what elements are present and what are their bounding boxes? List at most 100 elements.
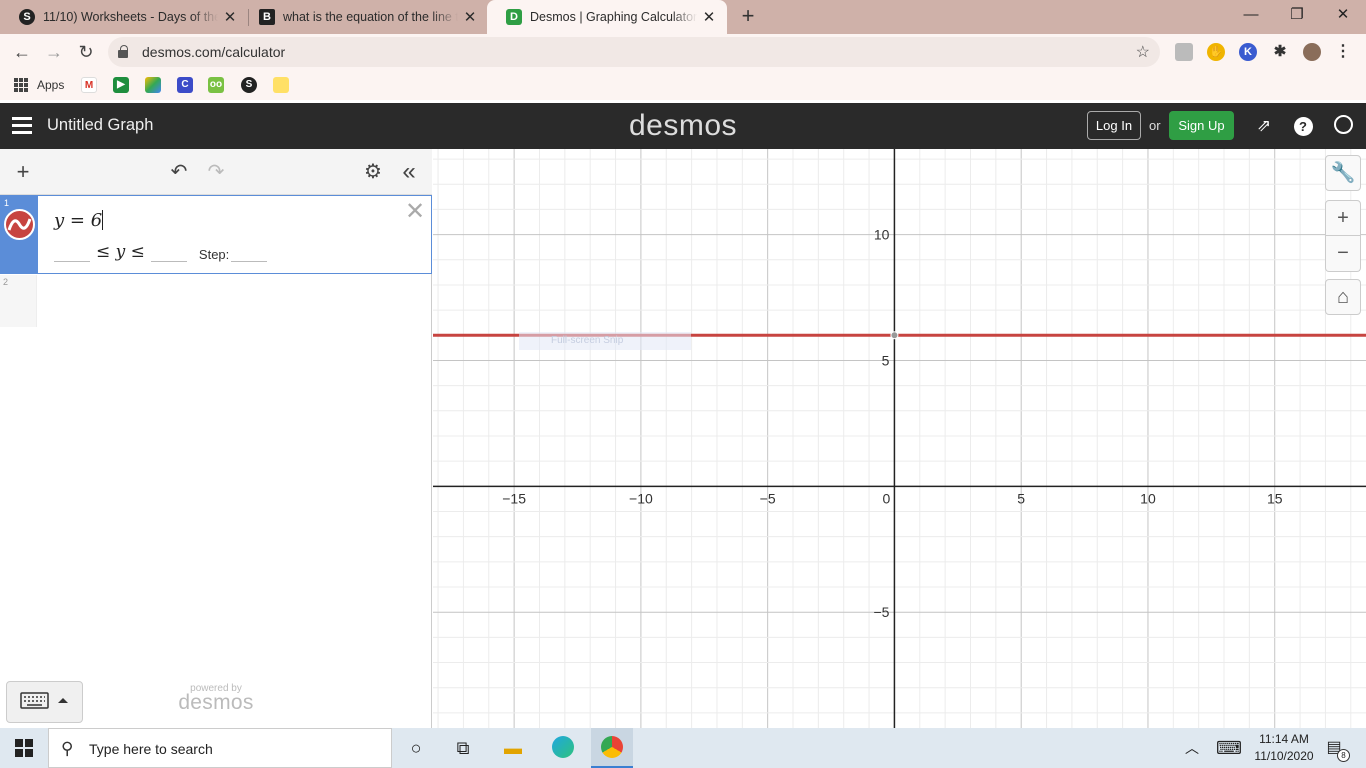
domain-restriction: ≤ y ≤ Step:: [54, 242, 268, 262]
new-tab-button[interactable]: +: [737, 4, 759, 28]
hamburger-menu-icon[interactable]: [12, 117, 32, 134]
browser-menu-icon[interactable]: ⋮: [1334, 43, 1352, 61]
url-text[interactable]: desmos.com/calculator: [142, 44, 285, 60]
login-button[interactable]: Log In: [1087, 111, 1141, 140]
extension-k-icon[interactable]: K: [1239, 43, 1257, 61]
touch-keyboard-icon[interactable]: ⌨: [1216, 736, 1242, 760]
close-tab-icon[interactable]: ✕: [458, 8, 482, 26]
classlink-icon: C: [177, 77, 193, 93]
taskbar-search-box[interactable]: ⚲ Type here to search: [48, 728, 392, 768]
tab-desmos[interactable]: D Desmos | Graphing Calculator ✕: [487, 0, 727, 34]
address-bar[interactable]: desmos.com/calculator ☆: [108, 37, 1160, 67]
tab-title: what is the equation of the line th: [283, 10, 458, 24]
step-label: Step:: [198, 247, 230, 262]
tab-worksheets[interactable]: S 11/10) Worksheets - Days of the ✕: [0, 0, 248, 34]
expression-row[interactable]: 1 y = 6 ✕ ≤ y ≤ Step:: [0, 195, 432, 274]
extensions-puzzle-icon[interactable]: ✱: [1271, 43, 1289, 61]
or-text: or: [1149, 118, 1161, 133]
restriction-min-input[interactable]: [54, 244, 90, 262]
bookmark-gmail[interactable]: M: [81, 77, 97, 93]
add-item-button[interactable]: +: [10, 159, 36, 185]
chrome-browser-icon[interactable]: [600, 736, 624, 760]
brainly-favicon-icon: B: [259, 9, 275, 25]
bookmark-drive[interactable]: [145, 77, 161, 93]
bookmark-note[interactable]: [273, 77, 289, 93]
apps-grid-icon: [14, 78, 28, 92]
drive-icon: [145, 77, 161, 93]
edge-browser-icon[interactable]: [551, 736, 575, 760]
share-icon[interactable]: ⇗: [1253, 115, 1275, 137]
notification-count-badge: 8: [1337, 749, 1350, 762]
bookmarks-bar: Apps M ▶ C oo S: [0, 70, 1366, 100]
extension-reader-icon[interactable]: [1175, 43, 1193, 61]
bookmark-meet[interactable]: ▶: [113, 77, 129, 93]
sticky-note-icon: [273, 77, 289, 93]
redo-icon[interactable]: ↷: [203, 159, 229, 185]
desmos-header: Untitled Graph desmos Log In or Sign Up …: [0, 103, 1366, 149]
minimize-window-button[interactable]: —: [1228, 0, 1274, 30]
undo-icon[interactable]: ↶: [166, 159, 192, 185]
graph-paper[interactable]: −15 −10 −5 0 5 10 15 −5 5 10 Full-screen Snip 🔧 +…: [433, 149, 1366, 728]
signup-button[interactable]: Sign Up: [1169, 111, 1234, 140]
forward-arrow-icon[interactable]: →: [40, 38, 68, 66]
show-hidden-icons-chevron-icon[interactable]: ︿: [1180, 736, 1204, 760]
collapse-panel-icon[interactable]: «: [396, 159, 422, 185]
bookmark-star-icon[interactable]: ☆: [1136, 42, 1150, 62]
default-viewport-home-icon[interactable]: ⌂: [1325, 279, 1361, 315]
x-tick-label: −15: [502, 490, 526, 506]
back-arrow-icon[interactable]: ←: [8, 38, 36, 66]
cortana-circle-icon[interactable]: ○: [404, 736, 428, 760]
y-tick-label: −5: [873, 604, 889, 620]
y-tick-label: 10: [874, 227, 890, 243]
close-tab-icon[interactable]: ✕: [697, 8, 721, 26]
powered-by-desmos: powered by desmos: [178, 683, 254, 714]
settings-gear-icon[interactable]: ⚙: [360, 159, 386, 185]
clock-date: 11/10/2020: [1254, 749, 1314, 763]
desmos-logo: desmos: [629, 109, 738, 142]
zoom-in-button[interactable]: +: [1325, 200, 1361, 236]
tab-title: 11/10) Worksheets - Days of the: [43, 10, 218, 24]
bookmark-sparknotes[interactable]: S: [241, 77, 257, 93]
graph-settings-wrench-icon[interactable]: 🔧: [1325, 155, 1361, 191]
help-icon[interactable]: ?: [1292, 115, 1314, 137]
bookmark-apps[interactable]: Apps: [14, 77, 64, 93]
sparknotes-favicon-icon: S: [19, 9, 35, 25]
graph-title[interactable]: Untitled Graph: [47, 116, 153, 135]
language-globe-icon[interactable]: [1332, 115, 1354, 137]
owl-icon: oo: [208, 77, 224, 93]
windows-start-icon[interactable]: [15, 739, 33, 757]
expression-index: 1: [4, 198, 10, 208]
tab-title: Desmos | Graphing Calculator: [530, 10, 697, 24]
tab-brainly[interactable]: B what is the equation of the line th ✕: [240, 0, 488, 34]
profile-avatar[interactable]: [1303, 43, 1321, 61]
x-tick-label: 0: [883, 490, 891, 506]
action-center-icon[interactable]: ▤ 8: [1322, 736, 1350, 762]
bookmark-owl[interactable]: oo: [208, 77, 224, 93]
graph-controls: 🔧 + − ⌂: [1325, 155, 1361, 315]
keypad-toggle-button[interactable]: [6, 681, 83, 723]
zoom-out-button[interactable]: −: [1325, 236, 1361, 272]
close-tab-icon[interactable]: ✕: [218, 8, 242, 26]
keyboard-icon: [20, 692, 68, 709]
extension-hand-icon[interactable]: ✋: [1207, 43, 1225, 61]
task-view-icon[interactable]: ⧉: [451, 736, 475, 760]
x-tick-label: 15: [1267, 490, 1283, 506]
system-clock[interactable]: 11:14 AM 11/10/2020: [1252, 731, 1316, 765]
lock-icon: [118, 45, 128, 58]
step-input[interactable]: [231, 244, 268, 262]
y-tick-label: 5: [882, 352, 890, 368]
expression-input[interactable]: y = 6: [54, 210, 104, 231]
y-intercept-point: [890, 331, 899, 340]
windows-taskbar: ⚲ Type here to search ○ ⧉ ▬ ︿ ⌨ 11:14 AM…: [0, 728, 1366, 768]
delete-expression-icon[interactable]: ✕: [403, 200, 427, 224]
expression-row-empty[interactable]: 2: [0, 275, 432, 327]
file-explorer-icon[interactable]: ▬: [501, 736, 525, 760]
reload-icon[interactable]: ↻: [72, 38, 100, 66]
restriction-max-input[interactable]: [150, 244, 187, 262]
x-tick-label: −10: [629, 490, 653, 506]
graph-canvas[interactable]: −15 −10 −5 0 5 10 15 −5 5 10: [433, 149, 1366, 728]
graph-color-toggle[interactable]: [4, 209, 35, 240]
close-window-button[interactable]: ✕: [1320, 0, 1366, 30]
restore-window-button[interactable]: ❐: [1274, 0, 1320, 30]
bookmark-classlink[interactable]: C: [177, 77, 193, 93]
